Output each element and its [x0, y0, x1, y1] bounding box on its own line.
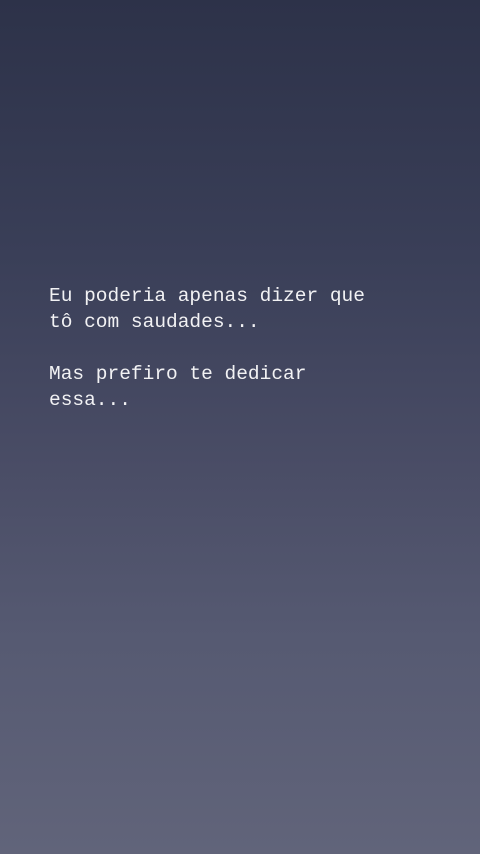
story-line-1: Eu poderia apenas dizer que — [49, 285, 365, 307]
story-line-2: tô com saudades... — [49, 311, 260, 333]
story-background: Eu poderia apenas dizer que tô com sauda… — [0, 0, 480, 854]
story-text-block: Eu poderia apenas dizer que tô com sauda… — [49, 283, 449, 413]
story-line-3: Mas prefiro te dedicar — [49, 363, 307, 385]
story-line-4: essa... — [49, 389, 131, 411]
